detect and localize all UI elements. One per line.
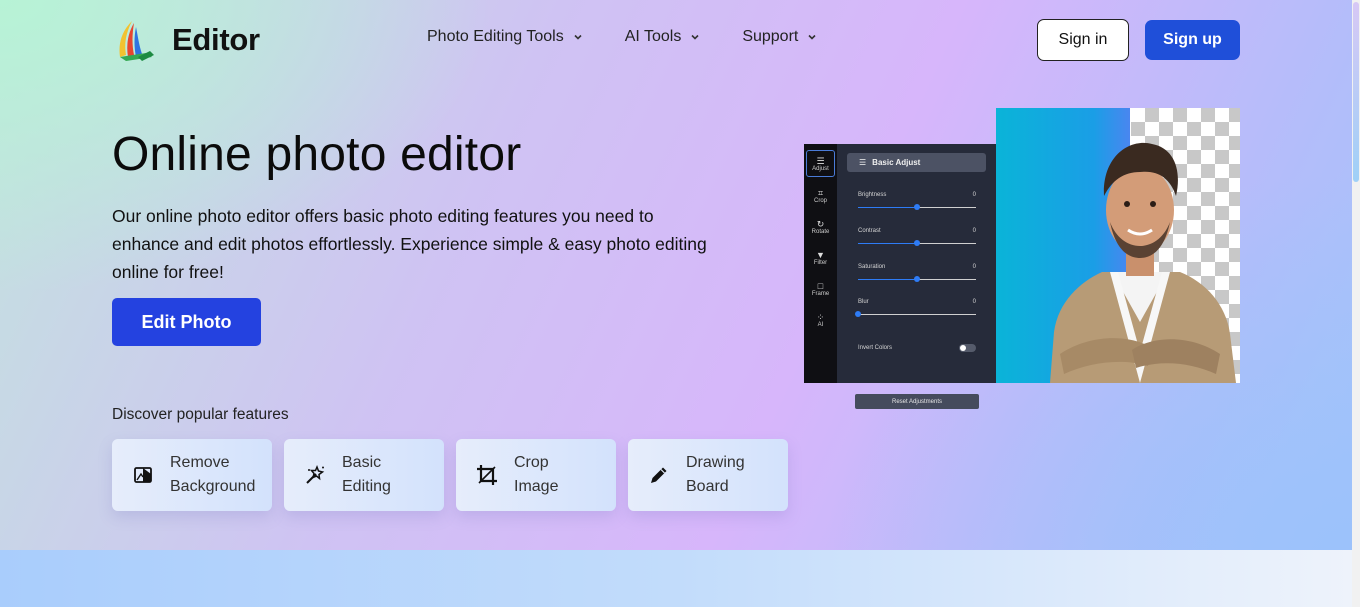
feature-label: Remove Background [170, 454, 256, 495]
tool-label: Frame [811, 290, 830, 297]
remove-background-icon [134, 467, 152, 483]
invert-colors-label: Invert Colors [858, 345, 893, 351]
slider-knob [914, 240, 920, 246]
slider-value: 0 [972, 192, 976, 198]
slider-contrast: Contrast 0 [858, 228, 976, 246]
nav-label: Photo Editing Tools [427, 28, 564, 45]
logo-icon [119, 21, 154, 61]
tool-rotate: ↻ Rotate [804, 214, 837, 239]
slider-track [858, 240, 976, 246]
tool-label: Crop [813, 197, 827, 204]
tool-label: Adjust [812, 165, 829, 172]
invert-colors-row: Invert Colors [858, 344, 976, 352]
chevron-down-icon [691, 34, 699, 40]
feature-label: Drawing Board [686, 454, 745, 495]
slider-knob [914, 276, 920, 282]
feature-label: Basic Editing [342, 454, 391, 495]
ai-icon: ⁘ [816, 311, 825, 322]
filter-icon: ▼ [816, 249, 825, 260]
frame-icon: □ [817, 280, 824, 291]
chevron-down-icon [574, 34, 582, 40]
feature-cards: Remove Background Basic Editing Crop Ima… [112, 439, 800, 511]
slider-track [858, 204, 976, 210]
sliders-icon: ☰ [859, 158, 867, 167]
slider-label: Contrast [858, 228, 881, 234]
hero-description: Our online photo editor offers basic pho… [112, 206, 707, 282]
tool-filter: ▼ Filter [804, 245, 837, 270]
slider-value: 0 [972, 264, 976, 270]
tool-label: Filter [813, 259, 828, 266]
edit-photo-button[interactable]: Edit Photo [112, 298, 261, 346]
sign-in-button[interactable]: Sign in [1037, 19, 1129, 61]
person-photo [1050, 142, 1236, 383]
feature-card-crop-image[interactable]: Crop Image [456, 439, 616, 511]
slider-label: Blur [858, 299, 869, 305]
slider-fill [858, 279, 917, 280]
slider-label: Saturation [858, 264, 886, 270]
slider-fill [858, 243, 917, 244]
invert-colors-toggle [959, 344, 976, 352]
slider-saturation: Saturation 0 [858, 264, 976, 282]
slider-track [858, 276, 976, 282]
nav-ai-tools[interactable]: AI Tools [625, 28, 701, 46]
nav-label: AI Tools [624, 28, 682, 45]
slider-knob [914, 204, 920, 210]
page-title: Online photo editor [112, 128, 522, 181]
magic-wand-icon [306, 464, 325, 484]
tool-label: Rotate [811, 228, 830, 235]
adjust-panel: ☰ Basic Adjust Brightness 0 Contrast 0 Satur… [837, 144, 996, 409]
slider-brightness: Brightness 0 [858, 192, 976, 210]
slider-label: Brightness [858, 192, 887, 198]
tool-crop: ⌗ Crop [804, 183, 837, 208]
nav-photo-editing-tools[interactable]: Photo Editing Tools [427, 28, 583, 46]
nav-label: Support [742, 28, 799, 45]
feature-card-remove-background[interactable]: Remove Background [112, 439, 272, 511]
editor-preview: ☰ Adjust ⌗ Crop ↻ Rotate ▼ Filter □ Frame ⁘ AI ☰ Ba… [804, 108, 1240, 409]
reset-adjustments-button: Reset Adjustments [855, 394, 979, 409]
feature-card-drawing-board[interactable]: Drawing Board [628, 439, 788, 511]
discover-heading: Discover popular features [112, 406, 289, 423]
crop-icon: ⌗ [817, 187, 824, 198]
slider-fill [858, 207, 917, 208]
tool-label: AI [817, 321, 824, 328]
pencil-icon [651, 467, 667, 483]
feature-label: Crop Image [514, 454, 559, 495]
crop-icon [477, 465, 497, 485]
slider-knob [855, 311, 861, 317]
tool-ai: ⁘ AI [804, 307, 837, 332]
editor-toolbar: ☰ Adjust ⌗ Crop ↻ Rotate ▼ Filter □ Frame ⁘ AI [804, 144, 837, 383]
main-nav: Photo Editing Tools AI Tools Support [427, 28, 859, 46]
slider-value: 0 [972, 299, 976, 305]
rotate-icon: ↻ [816, 218, 825, 229]
scrollbar-thumb[interactable] [1353, 2, 1359, 182]
chevron-down-icon [808, 34, 816, 40]
tool-frame: □ Frame [804, 276, 837, 301]
panel-header: ☰ Basic Adjust [847, 153, 986, 172]
feature-card-basic-editing[interactable]: Basic Editing [284, 439, 444, 511]
logo-text: Editor [172, 22, 260, 57]
next-section-band [0, 550, 1352, 607]
sliders-icon: ☰ [816, 155, 825, 166]
logo[interactable]: Editor [112, 16, 260, 64]
slider-blur: Blur 0 [855, 299, 976, 317]
nav-support[interactable]: Support [742, 28, 817, 46]
panel-title: Basic Adjust [872, 158, 921, 167]
slider-track [855, 311, 976, 317]
slider-value: 0 [972, 228, 976, 234]
sign-up-button[interactable]: Sign up [1145, 20, 1240, 60]
page-scrollbar[interactable] [1352, 0, 1360, 607]
tool-adjust: ☰ Adjust [806, 150, 835, 177]
